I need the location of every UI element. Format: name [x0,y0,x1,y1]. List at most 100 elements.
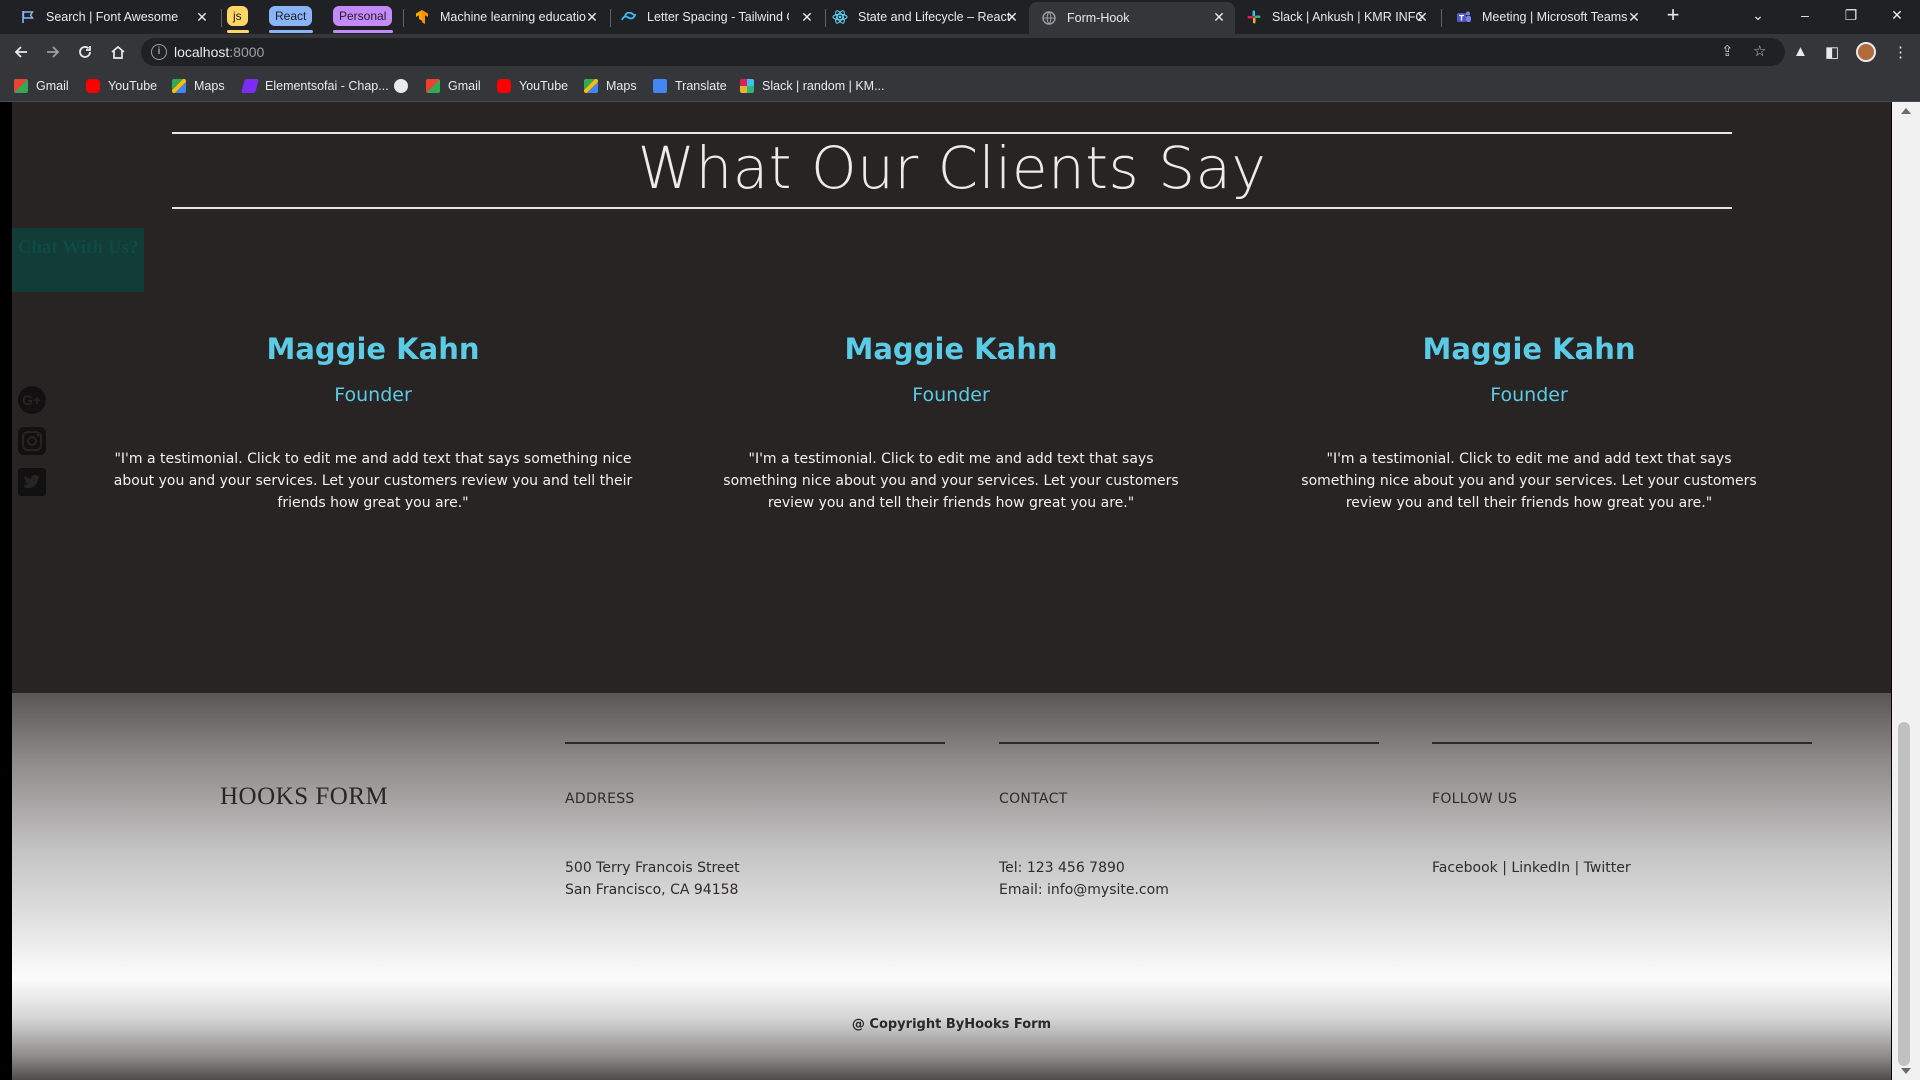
bookmark-slack-random[interactable]: Slack | random | KM... [740,78,885,94]
scroll-up-arrow-icon[interactable] [1901,108,1911,114]
profile-avatar[interactable] [1856,42,1876,62]
footer-rule [565,742,945,744]
reload-icon[interactable] [73,40,97,64]
page-scrollbar[interactable] [1892,102,1920,1080]
bookmark-label: Gmail [448,79,481,93]
testimonial-role: Founder [912,384,990,406]
gmail-icon [426,79,440,93]
scroll-thumb[interactable] [1898,722,1910,1066]
menu-kebab-icon[interactable]: ⋮ [1893,43,1908,61]
chat-with-us-button[interactable]: Chat With Us? [12,228,144,292]
url-text: localhost:8000 [174,44,264,60]
side-panel-icon[interactable]: ◧ [1825,43,1839,61]
gmail-icon [14,79,28,93]
tab-font-awesome[interactable]: Search | Font Awesome ✕ [8,2,218,32]
tab-ms-teams[interactable]: Meeting | Microsoft Teams ✕ [1444,2,1650,32]
close-icon[interactable]: ✕ [194,9,210,25]
tab-title: Machine learning educatio [440,10,586,24]
bookmark-youtube-2[interactable]: YouTube [497,78,568,94]
tab-title: Meeting | Microsoft Teams [1482,10,1628,24]
bookmark-gmail[interactable]: Gmail [14,78,69,94]
testimonial-quote: "I'm a testimonial. Click to edit me and… [1301,451,1757,511]
bookmark-globe[interactable] [394,78,416,94]
footer-social-links[interactable]: Facebook | LinkedIn | Twitter [1432,857,1631,879]
tab-form-hook[interactable]: Form-Hook ✕ [1029,2,1235,34]
scroll-down-arrow-icon[interactable] [1901,1068,1911,1074]
translate-icon [653,79,667,93]
tab-separator [221,9,222,27]
tab-title: Slack | Ankush | KMR INFO [1272,10,1422,24]
browser-toolbar: i localhost:8000 ⇪ ☆ ▲ ◧ ⋮ [0,34,1920,70]
globe-icon [394,79,408,93]
site-footer: HOOKS FORM ADDRESS 500 Terry Francois St… [12,693,1891,1080]
tab-group-underline [269,30,313,33]
globe-icon [1041,10,1057,26]
tab-title: State and Lifecycle – React [858,10,1011,24]
instagram-icon[interactable] [16,425,48,457]
new-tab-button[interactable]: + [1650,0,1696,30]
address-bar[interactable]: i localhost:8000 ⇪ ☆ [141,38,1785,66]
bookmark-label: Slack | random | KM... [762,79,885,93]
footer-logo[interactable]: HOOKS FORM [220,783,388,811]
footer-rule [1432,742,1812,744]
page-viewport: What Our Clients Say Chat With Us? G+ Ma… [0,102,1920,1080]
twitter-icon[interactable] [16,466,48,498]
bookmark-star-icon[interactable]: ☆ [1753,44,1766,60]
slack-icon [1246,9,1262,25]
testimonial-card: Maggie Kahn Founder "I'm a testimonial. … [711,332,1191,514]
footer-address-line: San Francisco, CA 94158 [565,882,739,898]
close-icon[interactable]: ✕ [1626,9,1642,25]
tab-slack-ankush[interactable]: Slack | Ankush | KMR INFO ✕ [1238,2,1438,32]
footer-phone: Tel: 123 456 7890 [999,860,1125,876]
close-icon[interactable]: ✕ [1004,9,1020,25]
bookmark-gmail-2[interactable]: Gmail [426,78,481,94]
close-window-button[interactable]: ✕ [1874,0,1920,30]
url-port: :8000 [229,44,265,60]
bookmark-label: Maps [606,79,637,93]
bookmark-label: Translate [675,79,727,93]
footer-rule [999,742,1379,744]
extension-icon[interactable]: ▲ [1793,43,1808,60]
tab-ml-education[interactable]: Machine learning educatio ✕ [406,2,608,32]
testimonial-name: Maggie Kahn [1422,332,1636,366]
tab-group-personal[interactable]: Personal [333,6,393,26]
bookmarks-bar: Gmail YouTube Maps Elementsofai - Chap..… [0,70,1920,102]
bookmark-maps-2[interactable]: Maps [584,78,637,94]
bookmark-elementsofai[interactable]: Elementsofai - Chap... [241,78,389,94]
svg-text:G+: G+ [22,392,41,408]
site-info-icon[interactable]: i [151,44,167,60]
tab-title: Search | Font Awesome [46,10,179,24]
testimonial-quote: "I'm a testimonial. Click to edit me and… [113,451,633,511]
react-icon [832,9,848,25]
tab-strip: Search | Font Awesome ✕ js React Persona… [0,0,1920,34]
close-icon[interactable]: ✕ [1414,9,1430,25]
page-content: What Our Clients Say Chat With Us? G+ Ma… [12,102,1891,1080]
tab-group-js[interactable]: js [227,6,248,26]
close-icon[interactable]: ✕ [584,9,600,25]
tab-search-chevron-icon[interactable]: ⌄ [1735,0,1781,30]
tab-tailwind[interactable]: Letter Spacing - Tailwind C ✕ [613,2,823,32]
home-icon[interactable] [106,40,130,64]
tab-react-state[interactable]: State and Lifecycle – React ✕ [828,2,1028,32]
close-icon[interactable]: ✕ [1211,9,1227,25]
bookmark-label: YouTube [519,79,569,93]
back-icon[interactable] [9,40,33,64]
google-plus-icon[interactable]: G+ [16,384,48,416]
testimonial-name: Maggie Kahn [844,332,1058,366]
testimonial-role: Founder [1490,384,1568,406]
tab-group-react[interactable]: React [269,6,313,26]
restore-button[interactable]: ❐ [1828,0,1874,30]
tailwind-icon [621,9,637,25]
share-icon[interactable]: ⇪ [1721,44,1734,60]
minimize-button[interactable]: – [1782,0,1828,30]
bookmark-label: YouTube [108,79,158,93]
bookmark-youtube[interactable]: YouTube [86,78,157,94]
maps-icon [584,79,598,93]
footer-follow-heading: FOLLOW US [1432,791,1518,807]
bookmark-maps[interactable]: Maps [172,78,225,94]
close-icon[interactable]: ✕ [799,9,815,25]
bookmark-translate[interactable]: Translate [653,78,727,94]
bookmark-label: Gmail [36,79,69,93]
footer-email[interactable]: Email: info@mysite.com [999,879,1169,901]
forward-icon[interactable] [41,40,65,64]
